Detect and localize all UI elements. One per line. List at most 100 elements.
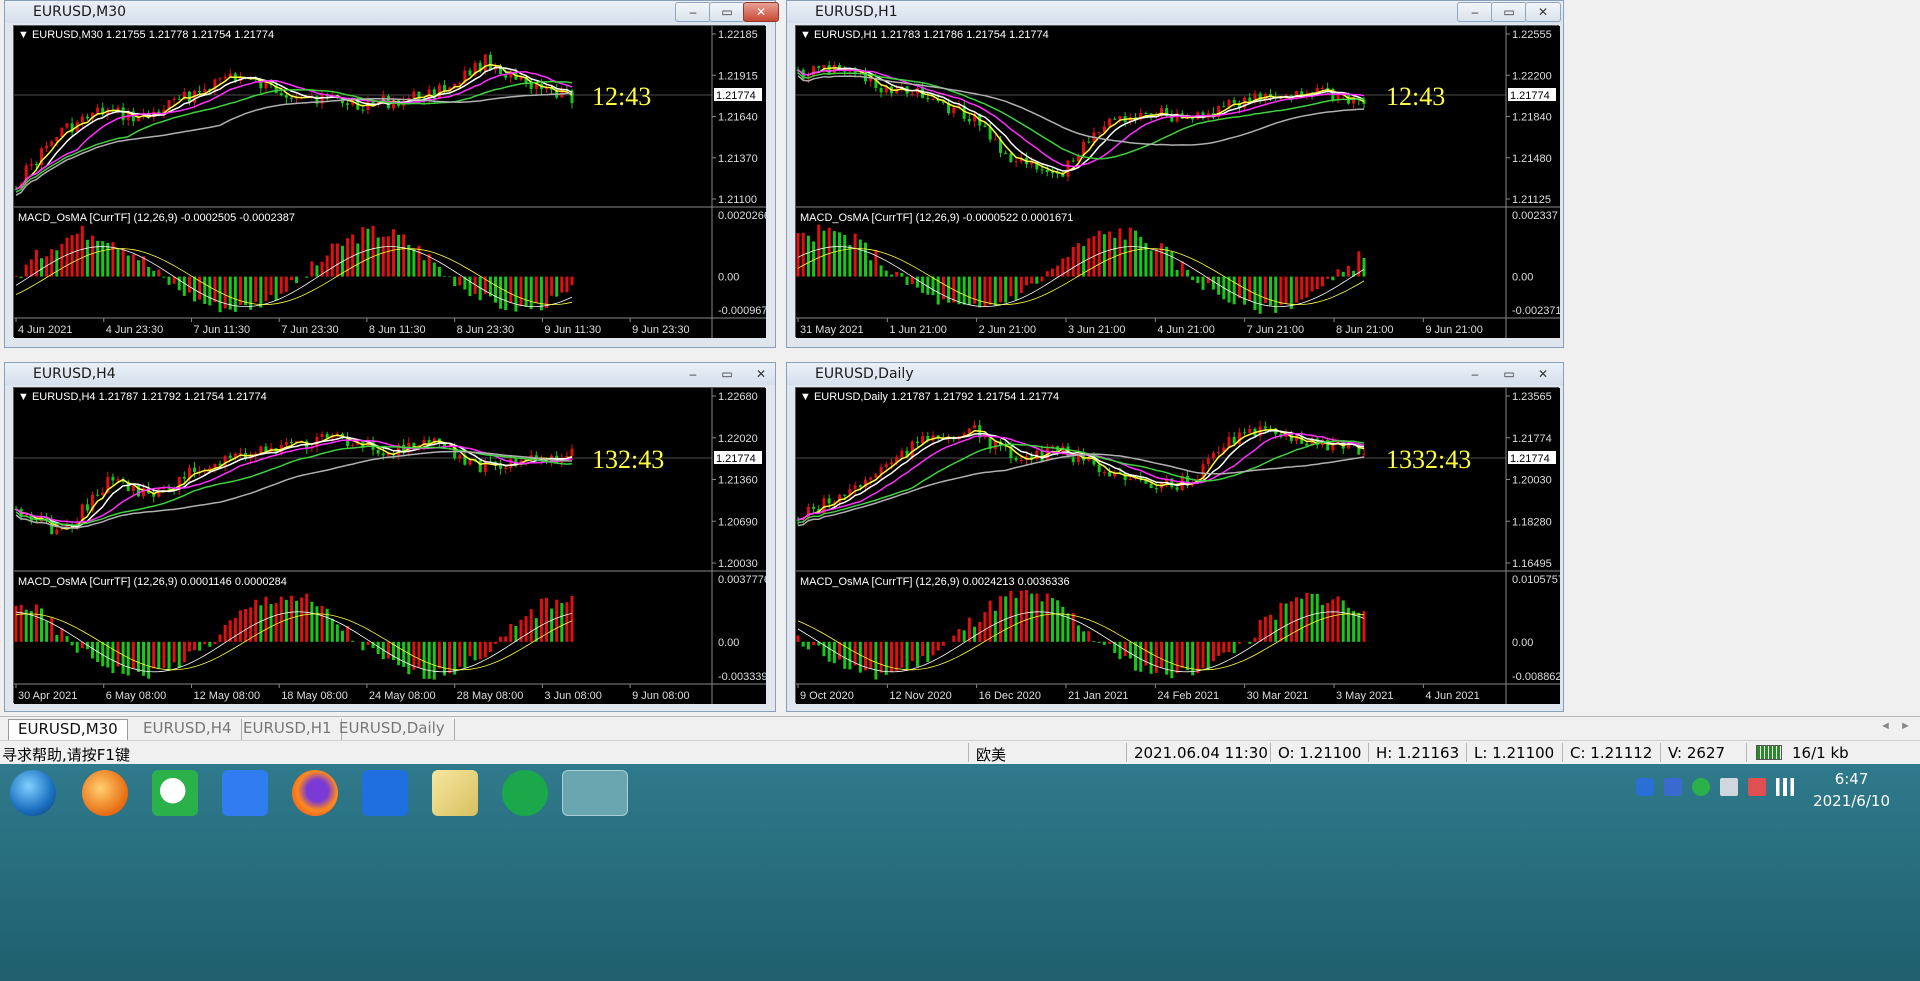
macd-histogram-bar <box>848 641 852 670</box>
candle-body <box>1071 457 1075 463</box>
macd-histogram-bar <box>1326 276 1330 279</box>
macd-histogram-bar <box>310 261 314 277</box>
macd-histogram-bar <box>269 604 273 642</box>
macd-histogram-bar <box>905 641 909 670</box>
window-title: EURUSD,Daily <box>815 366 914 382</box>
tab-eurusd-m30[interactable]: EURUSD,M30 <box>8 719 128 740</box>
candle-body <box>346 103 350 105</box>
connection-bars-icon[interactable] <box>1756 745 1782 760</box>
tabs-scroll-left-icon[interactable]: ◄ <box>1880 720 1891 732</box>
macd-histogram-bar <box>514 625 518 642</box>
metatrader-icon[interactable] <box>562 770 628 816</box>
current-price-label: 1.21774 <box>716 90 756 102</box>
green-app-icon[interactable] <box>502 770 548 816</box>
minimize-button[interactable]: – <box>675 364 711 384</box>
tray-wechat-icon[interactable] <box>1692 778 1710 796</box>
macd-histogram-bar <box>1279 276 1283 306</box>
macd-histogram-bar <box>351 640 355 642</box>
macd-histogram-bar <box>806 235 810 277</box>
macd-histogram-bar <box>361 641 365 651</box>
time-label: 9 Jun 21:00 <box>1425 324 1483 336</box>
notes-icon[interactable] <box>222 770 268 816</box>
price-chart[interactable]: ▼ EURUSD,H4 1.21787 1.21792 1.21754 1.21… <box>14 388 766 704</box>
start-icon[interactable] <box>10 770 56 816</box>
close-button[interactable]: ✕ <box>1525 2 1561 22</box>
chart-area[interactable]: ▼ EURUSD,Daily 1.21787 1.21792 1.21754 1… <box>795 387 1560 704</box>
tab-eurusd-h4[interactable]: EURUSD,H4 <box>134 719 242 740</box>
macd-histogram-bar <box>1305 276 1309 298</box>
minimize-button[interactable]: – <box>1457 364 1493 384</box>
macd-histogram-bar <box>509 276 513 303</box>
restore-button[interactable]: ▭ <box>709 364 745 384</box>
price-label: 1.21100 <box>718 194 757 206</box>
macd-histogram-bar <box>1118 228 1122 277</box>
candle-body <box>295 97 299 99</box>
macd-histogram-bar <box>91 235 95 277</box>
restore-button[interactable]: ▭ <box>1491 364 1527 384</box>
tabs-scroll-right-icon[interactable]: ► <box>1900 720 1911 732</box>
macd-histogram-bar <box>453 276 457 287</box>
chart-window-h4[interactable]: EURUSD,H4 – ▭ ✕ ▼ EURUSD,H4 1.21787 1.21… <box>4 362 776 712</box>
tab-eurusd-h1[interactable]: EURUSD,H1 <box>234 719 342 740</box>
macd-histogram-bar <box>504 636 508 642</box>
macd-histogram-bar <box>1175 269 1179 277</box>
price-chart[interactable]: ▼ EURUSD,Daily 1.21787 1.21792 1.21754 1… <box>796 388 1560 704</box>
macd-histogram-bar <box>96 240 100 277</box>
macd-histogram-bar <box>1076 243 1080 277</box>
macd-histogram-bar <box>1336 269 1340 277</box>
chart-window-daily[interactable]: EURUSD,Daily – ▭ ✕ ▼ EURUSD,Daily 1.2178… <box>786 362 1564 712</box>
macd-histogram-bar <box>957 276 961 305</box>
tray-network-icon[interactable] <box>1720 778 1738 796</box>
close-button[interactable]: ✕ <box>743 364 779 384</box>
macd-histogram-bar <box>142 256 146 277</box>
tray-volume-icon[interactable] <box>1748 778 1766 796</box>
tray-signal-icon[interactable] <box>1776 778 1794 796</box>
candle-body <box>198 91 202 93</box>
restore-button[interactable]: ▭ <box>1491 2 1527 22</box>
window-titlebar[interactable]: EURUSD,H1 – ▭ ✕ <box>787 1 1563 23</box>
macd-histogram-bar <box>838 641 842 660</box>
paint-icon[interactable] <box>432 770 478 816</box>
macd-histogram-bar <box>208 641 212 647</box>
macd-histogram-bar <box>269 276 273 296</box>
macd-histogram-bar <box>121 641 125 674</box>
window-titlebar[interactable]: EURUSD,M30 – ▭ ✕ <box>5 1 779 23</box>
close-button[interactable]: ✕ <box>1525 364 1561 384</box>
macd-histogram-bar <box>391 229 395 277</box>
chart-window-m30[interactable]: EURUSD,M30 – ▭ ✕ ▼ EURUSD,M30 1.21755 1.… <box>4 0 779 348</box>
chart-area[interactable]: ▼ EURUSD,M30 1.21755 1.21778 1.21754 1.2… <box>13 25 766 338</box>
firefox-icon[interactable] <box>292 770 338 816</box>
minimize-button[interactable]: – <box>675 2 711 22</box>
time-label: 28 May 08:00 <box>457 690 524 702</box>
macd-histogram-bar <box>570 596 574 642</box>
chart-area[interactable]: ▼ EURUSD,H1 1.21783 1.21786 1.21754 1.21… <box>795 25 1560 338</box>
wechat-icon[interactable] <box>152 770 198 816</box>
macd-histogram-bar <box>524 616 528 642</box>
chart-area[interactable]: ▼ EURUSD,H4 1.21787 1.21792 1.21754 1.21… <box>13 387 766 704</box>
window-titlebar[interactable]: EURUSD,Daily – ▭ ✕ <box>787 363 1563 385</box>
macd-axis-label: 0.00 <box>1512 637 1533 649</box>
close-button[interactable]: ✕ <box>743 2 779 22</box>
price-chart[interactable]: ▼ EURUSD,H1 1.21783 1.21786 1.21754 1.21… <box>796 26 1560 338</box>
price-chart[interactable]: ▼ EURUSD,M30 1.21755 1.21778 1.21754 1.2… <box>14 26 766 338</box>
candle-body <box>177 98 181 100</box>
macd-histogram-bar <box>978 276 982 308</box>
candle-body <box>983 125 987 127</box>
window-titlebar[interactable]: EURUSD,H4 – ▭ ✕ <box>5 363 775 385</box>
clock-time: 6:47 <box>1834 770 1869 788</box>
macd-histogram-bar <box>14 275 18 277</box>
macd-histogram-bar <box>264 276 268 302</box>
chart-window-h1[interactable]: EURUSD,H1 – ▭ ✕ ▼ EURUSD,H1 1.21783 1.21… <box>786 0 1564 348</box>
restore-button[interactable]: ▭ <box>709 2 745 22</box>
taskbar-clock[interactable]: 6:47 2021/6/10 <box>1813 768 1890 812</box>
tray-shield-icon[interactable] <box>1664 778 1682 796</box>
macd-header-text: MACD_OsMA [CurrTF] (12,26,9) -0.0000522 … <box>800 212 1073 224</box>
minimize-button[interactable]: – <box>1457 2 1493 22</box>
tab-eurusd-daily[interactable]: EURUSD,Daily <box>330 719 455 740</box>
browser-icon[interactable] <box>82 770 128 816</box>
macd-histogram-bar <box>315 606 319 642</box>
tray-bluetooth-icon[interactable] <box>1636 778 1654 796</box>
candle-body <box>889 462 893 465</box>
macd-histogram-bar <box>75 233 79 277</box>
tencent-meeting-icon[interactable] <box>362 770 408 816</box>
